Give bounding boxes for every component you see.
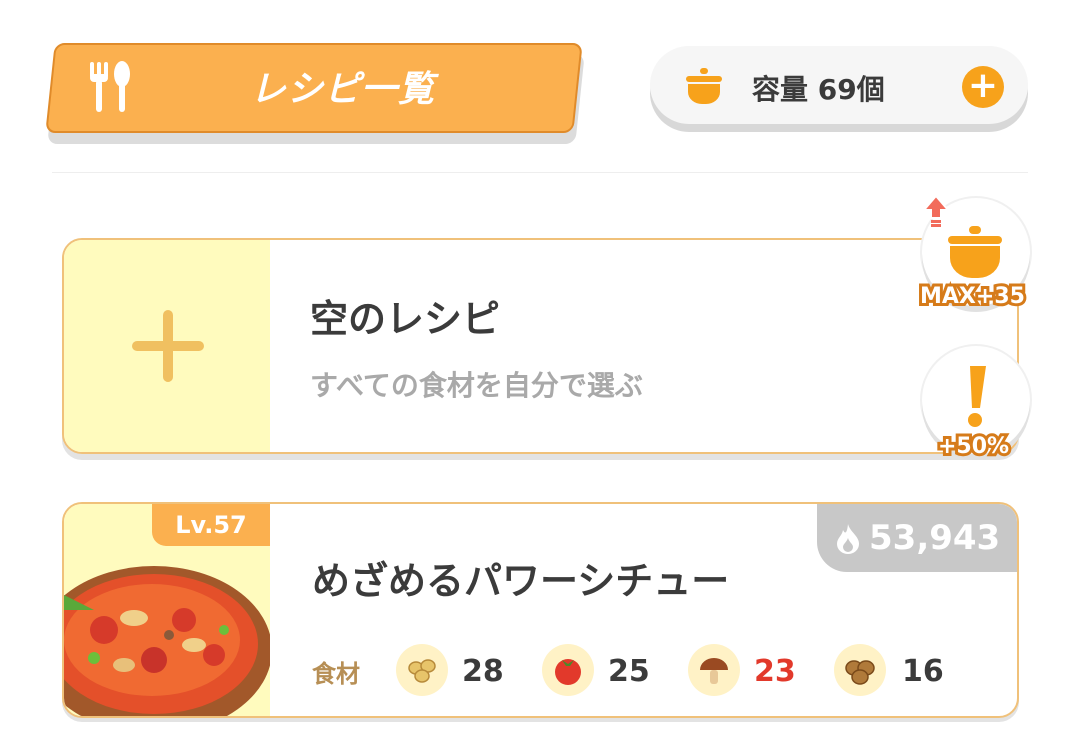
ingredient-count: 28 <box>462 654 504 689</box>
recipe-title: めざめるパワーシチュー <box>312 559 730 603</box>
arrow-up-icon <box>922 194 950 227</box>
potato-icon <box>834 644 886 696</box>
empty-recipe-thumb <box>64 240 270 452</box>
plus-icon <box>132 310 204 382</box>
tomato-icon <box>542 644 594 696</box>
ingredient-count: 16 <box>902 654 944 689</box>
recipe-thumb: Lv.57 <box>64 504 270 716</box>
capacity-text: 容量 69個 <box>752 73 885 106</box>
exclaim-bonus-label: +50% <box>935 431 1012 462</box>
add-capacity-button[interactable]: + <box>962 66 1004 108</box>
flame-icon <box>837 524 859 554</box>
pot-bonus-label: MAX+35 <box>917 281 1028 312</box>
pot-icon <box>948 226 1002 278</box>
level-badge: Lv.57 <box>152 504 270 546</box>
ingredient-count: 23 <box>754 654 796 689</box>
energy-value: 53,943 <box>869 518 1001 558</box>
utensils-icon <box>90 61 130 112</box>
energy-badge: 53,943 <box>817 504 1017 572</box>
ingredients-label: 食材 <box>312 660 360 688</box>
divider <box>52 172 1028 173</box>
soybeans-icon <box>396 644 448 696</box>
empty-recipe-card[interactable] <box>62 238 1019 454</box>
empty-recipe-title: 空のレシピ <box>310 297 501 341</box>
mushroom-icon <box>688 644 740 696</box>
empty-recipe-subtitle: すべての食材を自分で選ぶ <box>310 369 643 402</box>
ingredient-count: 25 <box>608 654 650 689</box>
stew-image <box>64 566 270 716</box>
pot-icon <box>686 68 722 104</box>
exclamation-icon <box>968 366 986 427</box>
page-title: レシピ一覧 <box>250 69 436 110</box>
